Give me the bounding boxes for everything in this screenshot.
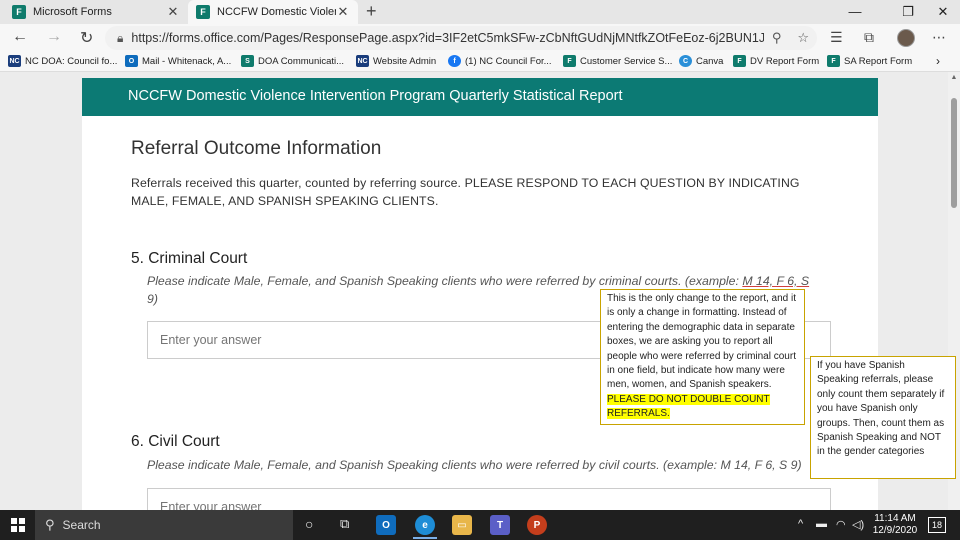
scrollbar-thumb[interactable] bbox=[951, 98, 957, 208]
tab-nccfw-report[interactable]: F NCCFW Domestic Violence Inter ✕ bbox=[188, 0, 358, 24]
close-tab-icon[interactable]: ✕ bbox=[336, 4, 350, 20]
clock-time: 11:14 AM bbox=[874, 513, 916, 524]
forward-icon[interactable]: → bbox=[46, 28, 62, 46]
volume-icon[interactable]: ◁) bbox=[852, 518, 864, 531]
favorite-label: Mail - Whitenack, A... bbox=[142, 55, 232, 67]
clock-date: 12/9/2020 bbox=[872, 525, 918, 536]
nc-icon: NC bbox=[356, 55, 369, 67]
teams-icon: S bbox=[241, 55, 254, 67]
close-window-icon[interactable]: ✕ bbox=[928, 0, 958, 24]
taskbar-search-label: Search bbox=[62, 518, 101, 532]
lock-icon: 🔒︎ bbox=[117, 30, 124, 45]
forms-icon: F bbox=[563, 55, 576, 67]
question-desc-end: 9) bbox=[147, 292, 158, 306]
forms-icon: F bbox=[12, 5, 26, 19]
question-desc-text: Please indicate Male, Female, and Spanis… bbox=[147, 274, 743, 288]
facebook-icon: f bbox=[448, 55, 461, 67]
url-text[interactable]: https://forms.office.com/Pages/ResponseP… bbox=[131, 31, 763, 45]
section-description: Referrals received this quarter, counted… bbox=[131, 176, 800, 208]
collections-icon[interactable]: ⧉ bbox=[864, 29, 874, 46]
callout-highlight: PLEASE DO NOT DOUBLE COUNT REFERRALS. bbox=[607, 393, 770, 420]
active-app-indicator bbox=[413, 537, 437, 539]
forms-icon: F bbox=[733, 55, 746, 67]
edge-icon[interactable]: e bbox=[415, 515, 435, 535]
outlook-icon[interactable]: O bbox=[376, 515, 396, 535]
chevron-up-icon[interactable]: ^ bbox=[798, 518, 803, 530]
civil-court-answer-input[interactable] bbox=[147, 488, 831, 510]
file-explorer-icon[interactable]: ▭ bbox=[452, 515, 472, 535]
address-bar[interactable]: 🔒︎ https://forms.office.com/Pages/Respon… bbox=[105, 26, 817, 50]
notification-center-icon[interactable]: 18 bbox=[928, 517, 946, 533]
favorite-label: DOA Communicati... bbox=[258, 55, 345, 67]
scroll-up-icon[interactable]: ▲ bbox=[948, 74, 960, 81]
outlook-icon: O bbox=[125, 55, 138, 67]
favorite-link[interactable]: S DOA Communicati... bbox=[241, 55, 344, 67]
browser-tab-strip: F Microsoft Forms ✕ F NCCFW Domestic Vio… bbox=[0, 0, 960, 24]
profile-avatar[interactable] bbox=[897, 29, 915, 47]
new-tab-button[interactable]: + bbox=[366, 1, 377, 22]
nc-icon: NC bbox=[8, 55, 21, 67]
spanish-speaking-callout: If you have Spanish Speaking referrals, … bbox=[810, 356, 956, 479]
favorite-link[interactable]: NC Website Admin bbox=[356, 55, 436, 67]
teams-icon[interactable]: T bbox=[490, 515, 510, 535]
windows-start-icon[interactable] bbox=[11, 518, 25, 532]
wifi-icon[interactable]: ◠ bbox=[836, 518, 846, 531]
favorite-label: NC DOA: Council fo... bbox=[25, 55, 118, 67]
favorite-link[interactable]: F DV Report Form bbox=[733, 55, 819, 67]
favorite-link[interactable]: NC NC DOA: Council fo... bbox=[8, 55, 117, 67]
question-title: 6. Civil Court bbox=[131, 433, 220, 450]
close-tab-icon[interactable]: ✕ bbox=[166, 4, 180, 20]
taskbar-search[interactable]: ⚲ Search bbox=[35, 510, 293, 540]
favorite-link[interactable]: f (1) NC Council For... bbox=[448, 55, 552, 67]
section-title: Referral Outcome Information bbox=[131, 138, 382, 159]
restore-icon[interactable]: ❐ bbox=[893, 0, 923, 24]
favorite-link[interactable]: O Mail - Whitenack, A... bbox=[125, 55, 231, 67]
favorite-link[interactable]: C Canva bbox=[679, 55, 723, 67]
favorite-label: SA Report Form bbox=[844, 55, 913, 67]
search-icon: ⚲ bbox=[45, 517, 55, 532]
tab-title: Microsoft Forms bbox=[33, 6, 112, 18]
favorite-label: DV Report Form bbox=[750, 55, 820, 67]
callout-text: This is the only change to the report, a… bbox=[607, 293, 796, 391]
tab-microsoft-forms[interactable]: F Microsoft Forms ✕ bbox=[4, 0, 188, 24]
favorites-bar: NC NC DOA: Council fo... O Mail - Whiten… bbox=[0, 52, 960, 72]
favorite-label: Canva bbox=[696, 55, 724, 67]
question-description: Please indicate Male, Female, and Spanis… bbox=[147, 458, 802, 472]
formatting-change-callout: This is the only change to the report, a… bbox=[600, 289, 805, 425]
favorite-label: Customer Service S... bbox=[580, 55, 673, 67]
tab-title: NCCFW Domestic Violence Inter bbox=[217, 6, 336, 18]
more-options-icon[interactable]: ⋯ bbox=[932, 29, 946, 46]
powerpoint-icon[interactable]: P bbox=[527, 515, 547, 535]
favorite-label: Website Admin bbox=[373, 55, 437, 67]
canva-icon: C bbox=[679, 55, 692, 67]
favorite-label: (1) NC Council For... bbox=[465, 55, 552, 67]
address-toolbar: ← → ↻ 🔒︎ https://forms.office.com/Pages/… bbox=[0, 24, 960, 52]
favorite-link[interactable]: F SA Report Form bbox=[827, 55, 912, 67]
minimize-icon[interactable]: — bbox=[840, 0, 870, 24]
favorite-star-icon[interactable]: ☆ bbox=[797, 30, 809, 46]
network-icon[interactable]: ▬ bbox=[816, 518, 827, 530]
forms-icon: F bbox=[827, 55, 840, 67]
question-example-text: M 14, F 6, S bbox=[742, 274, 810, 288]
refresh-icon[interactable]: ↻ bbox=[80, 28, 93, 48]
task-view-icon[interactable]: ⧉ bbox=[340, 516, 349, 532]
taskbar-clock[interactable]: 11:14 AM 12/9/2020 bbox=[870, 513, 920, 537]
question-title: 5. Criminal Court bbox=[131, 250, 248, 267]
form-header: NCCFW Domestic Violence Intervention Pro… bbox=[82, 78, 878, 116]
windows-taskbar: ⚲ Search ○ ⧉ O e ▭ T P ^ ▬ ◠ ◁) 11:14 AM… bbox=[0, 510, 960, 540]
zoom-icon[interactable]: ⚲ bbox=[772, 30, 782, 46]
favorites-list-icon[interactable]: ☰ bbox=[830, 29, 843, 46]
favorite-link[interactable]: F Customer Service S... bbox=[563, 55, 672, 67]
chevron-right-icon[interactable]: › bbox=[936, 54, 940, 68]
forms-icon: F bbox=[196, 5, 210, 19]
back-icon[interactable]: ← bbox=[12, 28, 28, 46]
cortana-icon[interactable]: ○ bbox=[305, 516, 313, 532]
